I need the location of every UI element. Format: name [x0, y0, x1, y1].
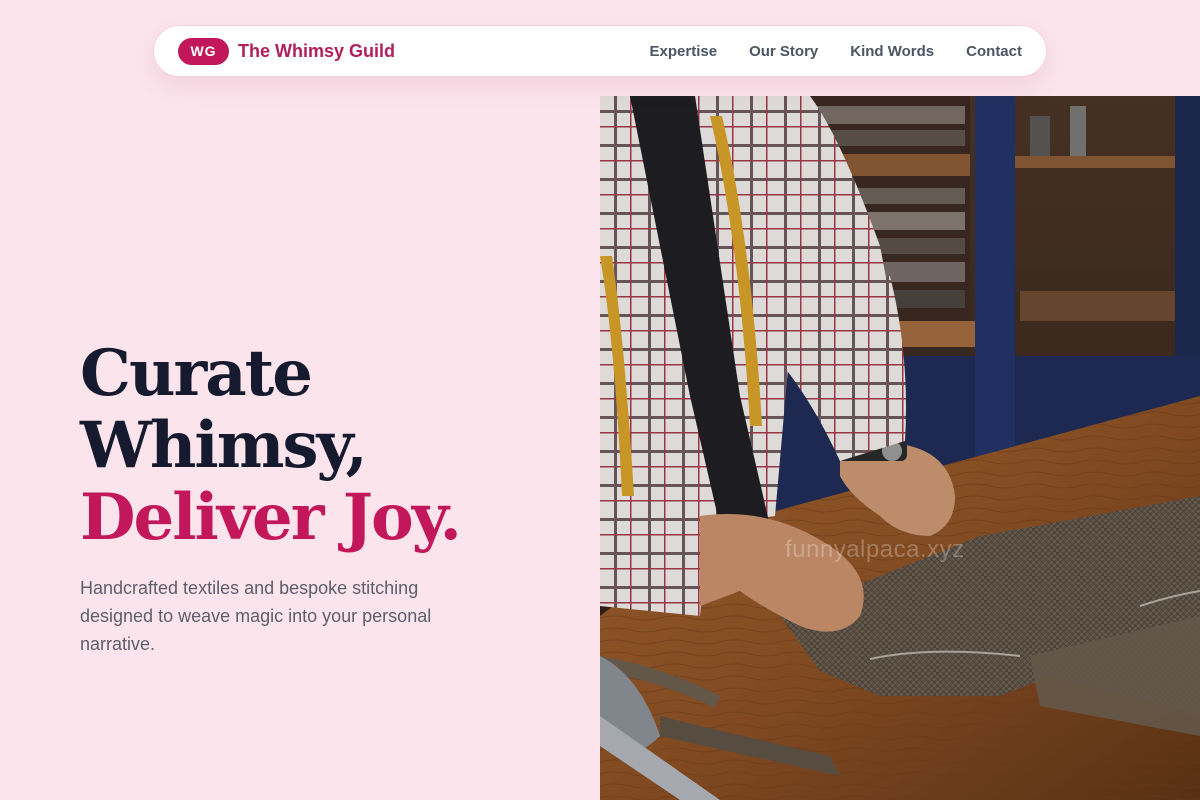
- hero-title-accent: Deliver Joy.: [80, 480, 462, 555]
- hero-subtitle: Handcrafted textiles and bespoke stitchi…: [80, 578, 432, 654]
- nav-link-contact[interactable]: Contact: [966, 43, 1022, 60]
- tailor-illustration: [600, 96, 1200, 800]
- nav-link-kind-words[interactable]: Kind Words: [850, 43, 934, 60]
- hero-title-line-2: Whimsy,: [80, 408, 368, 483]
- hero-title: Curate Whimsy, Deliver Joy.: [80, 336, 462, 555]
- nav-link-expertise[interactable]: Expertise: [650, 43, 718, 60]
- image-watermark: funnyalpaca.xyz: [785, 536, 965, 563]
- nav-links: Expertise Our Story Kind Words Contact: [618, 43, 1022, 60]
- hero-image-tailor: funnyalpaca.xyz: [600, 96, 1200, 800]
- nav-link-our-story[interactable]: Our Story: [749, 43, 818, 60]
- brand-name: The Whimsy Guild: [238, 40, 396, 61]
- brand-badge: WG: [178, 37, 229, 65]
- top-navbar: WG The Whimsy Guild Expertise Our Story …: [153, 25, 1047, 77]
- hero-title-line-1: Curate: [80, 336, 313, 411]
- brand-logo-link[interactable]: WG The Whimsy Guild: [178, 37, 396, 65]
